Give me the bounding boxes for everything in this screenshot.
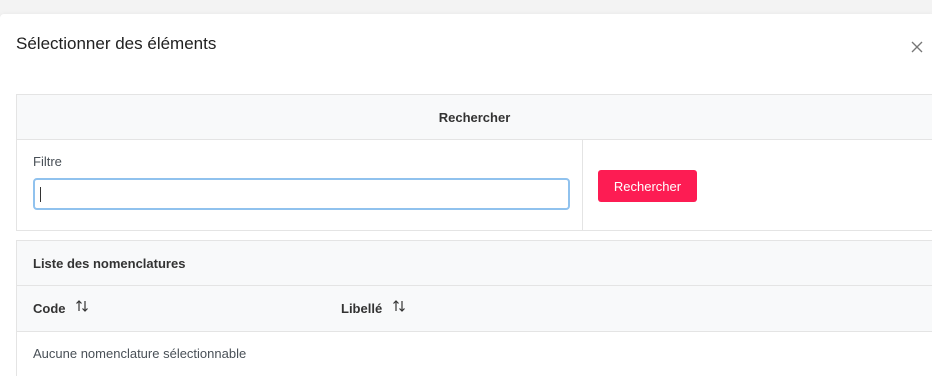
- nomenclature-list-panel: Liste des nomenclatures Code Libellé Auc…: [16, 240, 932, 376]
- dialog-header: Sélectionner des éléments: [0, 14, 932, 76]
- search-panel-header: Rechercher: [17, 95, 932, 140]
- dialog-title: Sélectionner des éléments: [16, 34, 217, 53]
- select-items-dialog: Sélectionner des éléments Rechercher Fil…: [0, 14, 932, 376]
- search-panel-body: Filtre Rechercher: [17, 140, 932, 230]
- close-button[interactable]: [908, 38, 926, 56]
- column-header-code[interactable]: Code: [33, 286, 89, 333]
- close-icon: [911, 41, 923, 53]
- sort-icon: [75, 286, 89, 332]
- table-header-row: Code Libellé: [17, 286, 932, 332]
- filter-column: Filtre: [17, 140, 583, 230]
- column-header-libelle-label: Libellé: [341, 301, 383, 316]
- column-header-code-label: Code: [33, 301, 66, 316]
- filter-label: Filtre: [33, 154, 62, 169]
- filter-input[interactable]: [33, 178, 570, 210]
- search-button[interactable]: Rechercher: [598, 170, 697, 202]
- text-caret: [40, 187, 41, 202]
- empty-message: Aucune nomenclature sélectionnable: [33, 346, 247, 361]
- search-panel: Rechercher Filtre Rechercher: [16, 94, 932, 231]
- sort-icon: [392, 286, 406, 332]
- list-panel-header: Liste des nomenclatures: [17, 241, 932, 286]
- column-header-libelle[interactable]: Libellé: [341, 286, 406, 333]
